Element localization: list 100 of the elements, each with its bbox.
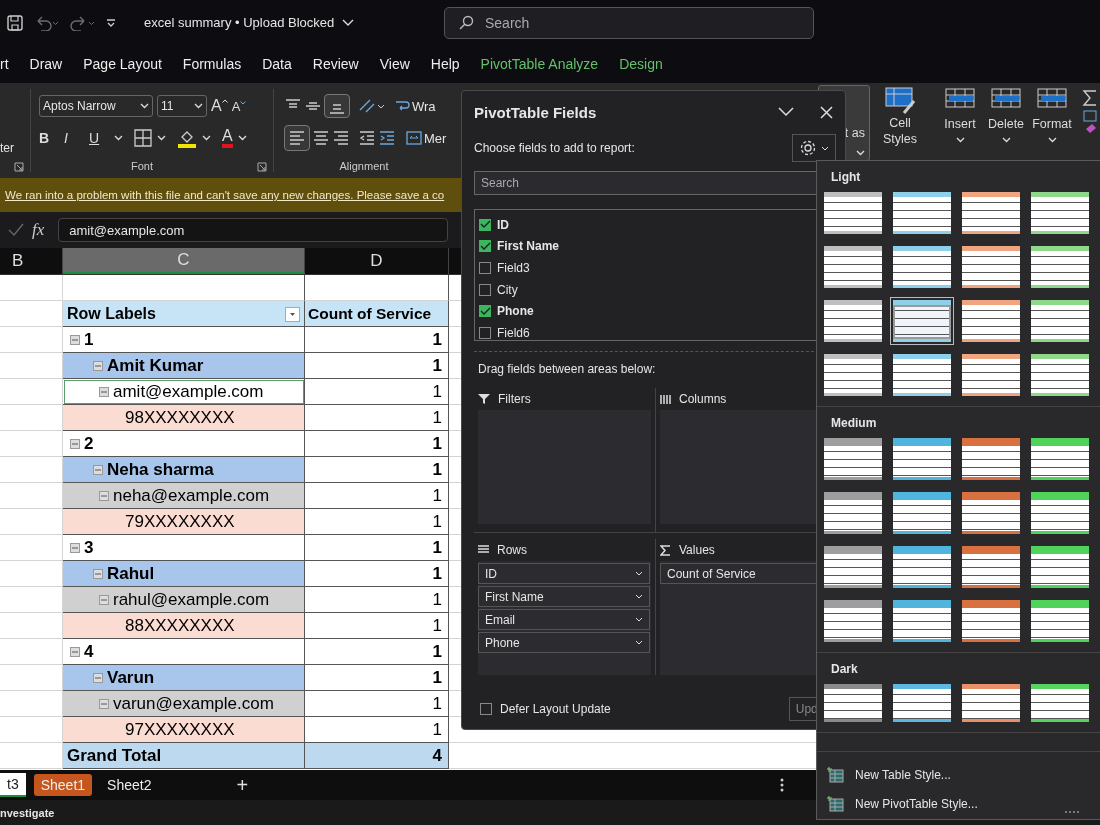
grow-font-button[interactable]: A: [211, 97, 228, 115]
collapse-icon[interactable]: [70, 542, 80, 553]
defer-checkbox[interactable]: [480, 703, 492, 715]
sheet-tab[interactable]: t3: [0, 773, 26, 797]
table-style-thumbnail[interactable]: [962, 600, 1020, 642]
table-style-thumbnail[interactable]: [824, 438, 882, 480]
row-label-cell[interactable]: neha@example.com: [63, 483, 305, 509]
table-style-thumbnail[interactable]: [1031, 246, 1089, 288]
row-label-cell[interactable]: 88XXXXXXXX: [63, 613, 305, 639]
menu-item[interactable]: New Table Style...: [855, 767, 951, 782]
new-table-icon[interactable]: [827, 794, 845, 813]
table-style-thumbnail[interactable]: [962, 354, 1020, 396]
collapse-icon[interactable]: [70, 646, 80, 657]
sheet-tab[interactable]: Sheet2: [100, 774, 159, 796]
drop-area[interactable]: ID First Name Email Phone: [478, 561, 651, 675]
orientation-icon[interactable]: [358, 98, 386, 114]
cells-button[interactable]: Insert: [938, 85, 982, 161]
row-label-cell[interactable]: 98XXXXXXXX: [63, 405, 305, 431]
font-size-dropdown[interactable]: 11: [157, 95, 207, 117]
table-style-thumbnail[interactable]: [962, 438, 1020, 480]
column-header[interactable]: D: [305, 248, 449, 274]
table-style-thumbnail[interactable]: [962, 546, 1020, 588]
warning-message[interactable]: We ran into a problem with this file and can't save any new changes. Please save a co: [5, 189, 445, 201]
dialog-launcher-icon[interactable]: [257, 162, 267, 172]
collapse-icon[interactable]: [99, 386, 109, 397]
table-style-thumbnail[interactable]: [893, 354, 951, 396]
table-style-thumbnail[interactable]: [893, 684, 951, 722]
cells-button[interactable]: Format: [1030, 85, 1074, 161]
menu-item[interactable]: New PivotTable Style...: [855, 796, 978, 811]
align-left-icon[interactable]: [284, 125, 310, 151]
table-style-thumbnail[interactable]: [1031, 300, 1089, 342]
italic-button[interactable]: I: [64, 130, 84, 146]
field-checkbox[interactable]: [479, 305, 491, 318]
menu-tab[interactable]: PivotTable Analyze: [480, 56, 599, 72]
table-style-thumbnail[interactable]: [1031, 600, 1089, 642]
table-style-thumbnail[interactable]: [1031, 192, 1089, 234]
row-label-cell[interactable]: amit@example.com: [63, 379, 305, 405]
collapse-icon[interactable]: [70, 438, 80, 449]
menu-tab[interactable]: Page Layout: [83, 56, 162, 72]
sheet-tab[interactable]: Sheet1: [33, 774, 93, 796]
row-label-cell[interactable]: 97XXXXXXXX: [63, 717, 305, 743]
row-label-cell[interactable]: Neha sharma: [63, 457, 305, 483]
dialog-launcher-icon[interactable]: [14, 162, 24, 172]
close-icon[interactable]: [820, 105, 833, 119]
increase-indent-icon[interactable]: [378, 130, 396, 146]
font-color-button[interactable]: A: [222, 128, 233, 148]
resize-grip-icon[interactable]: [1065, 811, 1079, 815]
menu-tab[interactable]: rt: [0, 56, 9, 72]
table-style-thumbnail[interactable]: [962, 492, 1020, 534]
customize-toolbar-icon[interactable]: [106, 17, 116, 28]
field-checkbox[interactable]: [479, 326, 491, 339]
field-checkbox[interactable]: [479, 262, 491, 274]
table-style-thumbnail[interactable]: [824, 246, 882, 288]
align-center-icon[interactable]: [312, 130, 330, 146]
field-search[interactable]: Search: [474, 171, 819, 195]
menu-tab[interactable]: Design: [619, 56, 663, 72]
table-style-thumbnail[interactable]: [893, 600, 951, 642]
table-style-thumbnail[interactable]: [962, 300, 1020, 342]
table-style-thumbnail[interactable]: [962, 684, 1020, 722]
field-checkbox[interactable]: [479, 240, 491, 253]
menu-tab[interactable]: Review: [312, 56, 359, 72]
area-field[interactable]: ID: [478, 563, 650, 584]
table-style-thumbnail[interactable]: [1031, 492, 1089, 534]
table-style-thumbnail[interactable]: [824, 600, 882, 642]
add-sheet-button[interactable]: +: [236, 773, 249, 797]
table-style-thumbnail[interactable]: [1031, 684, 1089, 722]
table-style-thumbnail[interactable]: [824, 192, 882, 234]
merge-button[interactable]: Mer: [406, 130, 447, 146]
table-style-thumbnail[interactable]: [824, 546, 882, 588]
document-title[interactable]: excel summary • Upload Blocked: [144, 15, 434, 30]
table-style-thumbnail[interactable]: [893, 300, 951, 342]
row-label-cell[interactable]: 79XXXXXXXX: [63, 509, 305, 535]
row-label-cell[interactable]: varun@example.com: [63, 691, 305, 717]
table-style-thumbnail[interactable]: [1031, 546, 1089, 588]
search-field[interactable]: Search: [444, 6, 814, 39]
table-style-thumbnail[interactable]: [893, 192, 951, 234]
area-field[interactable]: Email: [478, 609, 650, 630]
row-label-cell[interactable]: Varun: [63, 665, 305, 691]
table-style-thumbnail[interactable]: [1031, 438, 1089, 480]
area-field[interactable]: First Name: [478, 586, 650, 607]
cell-styles-button[interactable]: Cell Styles: [874, 85, 926, 161]
row-label-cell[interactable]: rahul@example.com: [63, 587, 305, 613]
table-style-thumbnail[interactable]: [893, 546, 951, 588]
menu-tab[interactable]: View: [379, 56, 410, 72]
borders-icon[interactable]: [134, 129, 152, 147]
menu-tab[interactable]: Formulas: [182, 56, 242, 72]
table-style-thumbnail[interactable]: [962, 192, 1020, 234]
menu-tab[interactable]: Help: [430, 56, 460, 72]
table-style-thumbnail[interactable]: [824, 300, 882, 342]
bold-button[interactable]: B: [39, 130, 59, 146]
decrease-indent-icon[interactable]: [358, 130, 376, 146]
table-style-thumbnail[interactable]: [893, 246, 951, 288]
font-name-dropdown[interactable]: Aptos Narrow: [39, 95, 153, 117]
new-table-icon[interactable]: [827, 765, 845, 784]
align-right-icon[interactable]: [332, 130, 350, 146]
underline-button[interactable]: U: [89, 130, 109, 146]
menu-tab[interactable]: Draw: [29, 56, 63, 72]
table-style-thumbnail[interactable]: [962, 246, 1020, 288]
align-bottom-icon[interactable]: [324, 94, 350, 118]
redo-icon[interactable]: [70, 14, 96, 31]
